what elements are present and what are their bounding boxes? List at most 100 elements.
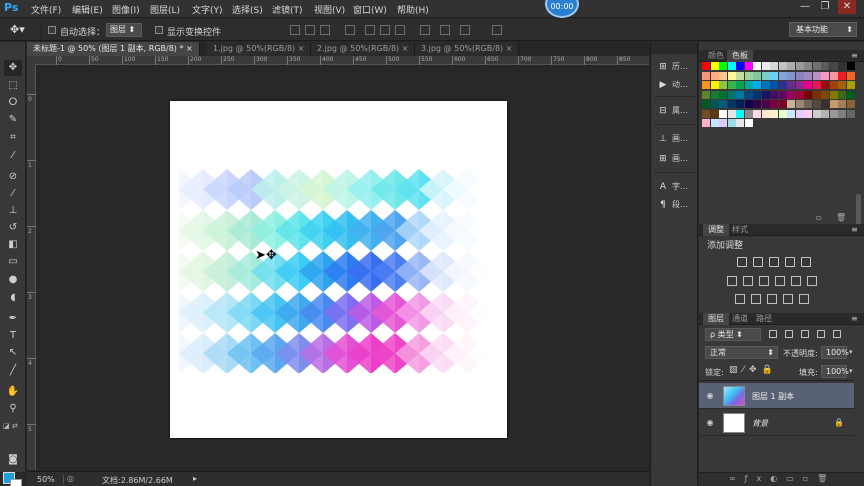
panel-menu-icon[interactable]: ≡ xyxy=(851,51,858,60)
color-swatch[interactable] xyxy=(702,119,710,127)
show-transform-checkbox[interactable] xyxy=(155,26,163,34)
align-icon[interactable] xyxy=(395,25,405,35)
color-swatch[interactable] xyxy=(727,71,736,80)
blend-mode-dropdown[interactable]: 正常 ⬍ xyxy=(705,346,778,359)
fill-arrow-icon[interactable]: ▾ xyxy=(849,367,853,375)
document-tab[interactable]: 未标题-1 @ 50% (图层 1 副本, RGB/8) * × xyxy=(27,42,200,56)
history-brush-icon[interactable]: ↺ xyxy=(4,220,22,236)
opacity-arrow-icon[interactable]: ▾ xyxy=(849,348,853,356)
color-swatch[interactable] xyxy=(761,109,770,118)
info-icon[interactable]: ◎ xyxy=(67,474,74,483)
color-swatch[interactable] xyxy=(770,109,778,118)
adjustment-icon[interactable] xyxy=(737,257,747,267)
color-swatch[interactable] xyxy=(804,109,812,118)
hand-tool-icon[interactable]: ✋ xyxy=(4,384,22,400)
color-swatch[interactable] xyxy=(812,109,821,118)
adjustment-icon[interactable] xyxy=(791,276,801,286)
color-swatch[interactable] xyxy=(821,71,829,80)
color-swatch[interactable] xyxy=(778,71,787,80)
adjustment-icon[interactable] xyxy=(769,257,779,267)
color-swatch[interactable] xyxy=(761,81,770,89)
color-swatch[interactable] xyxy=(829,62,838,70)
adjustment-icon[interactable] xyxy=(735,294,745,304)
color-swatch[interactable] xyxy=(804,81,812,89)
color-swatch[interactable] xyxy=(812,71,821,80)
color-swatch[interactable] xyxy=(770,62,778,70)
visibility-eye-icon[interactable]: ◉ xyxy=(705,418,715,428)
color-swatch[interactable] xyxy=(710,71,719,80)
color-swatch[interactable] xyxy=(710,81,719,89)
align-icon[interactable] xyxy=(305,25,315,35)
color-swatch[interactable] xyxy=(736,109,744,118)
layer-row-background[interactable]: ◉ 背景 🔒 xyxy=(699,410,854,436)
color-swatch[interactable] xyxy=(753,71,761,80)
new-swatch-icon[interactable]: ▫ xyxy=(816,213,821,222)
move-tool-icon[interactable]: ✥▾ xyxy=(10,23,25,36)
color-swatch[interactable] xyxy=(787,90,795,99)
color-swatch[interactable] xyxy=(812,62,821,70)
align-icon[interactable] xyxy=(380,25,390,35)
color-swatch[interactable] xyxy=(787,109,795,118)
tab-close-icon[interactable]: × xyxy=(183,44,193,53)
color-swatch[interactable] xyxy=(821,62,829,70)
collapsed-panel-button[interactable]: ⊟ 属... xyxy=(657,104,697,118)
zoom-tool-icon[interactable]: ⚲ xyxy=(4,401,22,417)
shape-tool-icon[interactable]: ╱ xyxy=(4,363,22,379)
restore-button[interactable]: ❐ xyxy=(816,0,834,14)
color-swatch[interactable] xyxy=(846,81,855,89)
menu-item[interactable]: 文件(F) xyxy=(31,3,61,16)
color-swatch[interactable] xyxy=(719,81,727,89)
adjustment-icon[interactable] xyxy=(767,294,777,304)
color-swatch[interactable] xyxy=(804,100,812,108)
color-swatch[interactable] xyxy=(744,100,753,108)
color-swatch[interactable] xyxy=(838,62,846,70)
color-swatch[interactable] xyxy=(719,109,727,118)
color-swatch[interactable] xyxy=(804,71,812,80)
tab-swatches[interactable]: 色板 xyxy=(727,50,753,62)
color-swatch[interactable] xyxy=(795,100,804,108)
adjustment-icon[interactable] xyxy=(807,276,817,286)
color-swatch[interactable] xyxy=(702,90,710,99)
layer-row-copy[interactable]: ◉ 图层 1 副本 xyxy=(699,383,854,409)
tab-close-icon[interactable]: × xyxy=(399,44,409,53)
minimize-button[interactable]: — xyxy=(796,0,814,14)
color-swatch[interactable] xyxy=(804,90,812,99)
auto-select-checkbox[interactable] xyxy=(48,26,56,34)
align-icon[interactable] xyxy=(420,25,430,35)
collapsed-panel-button[interactable]: ⊥ 画... xyxy=(657,132,697,146)
pen-tool-icon[interactable]: ✒ xyxy=(4,311,22,327)
color-swatch[interactable] xyxy=(778,109,787,118)
tab-layers[interactable]: 图层 xyxy=(703,313,729,325)
menu-item[interactable]: 图层(L) xyxy=(150,3,180,16)
color-swatch[interactable] xyxy=(829,81,838,89)
color-swatch[interactable] xyxy=(727,119,736,127)
color-swatch[interactable] xyxy=(736,71,744,80)
align-icon[interactable] xyxy=(460,25,470,35)
color-swatch[interactable] xyxy=(838,90,846,99)
adjustment-icon[interactable] xyxy=(753,257,763,267)
color-swatch[interactable] xyxy=(846,100,855,108)
color-swatch[interactable] xyxy=(795,109,804,118)
layer-name[interactable]: 背景 xyxy=(752,418,768,429)
color-swatch[interactable] xyxy=(778,62,787,70)
collapsed-panel-button[interactable]: ⊞ 历... xyxy=(657,60,697,74)
auto-select-dropdown[interactable]: 图层 ⬍ xyxy=(106,23,142,37)
color-swatch[interactable] xyxy=(727,109,736,118)
layer-filter-icon[interactable] xyxy=(817,330,825,338)
layer-filter-dropdown[interactable]: ρ 类型 ⬍ xyxy=(705,328,761,341)
lock-icons[interactable]: ▨⁄✥🔒 xyxy=(729,365,778,375)
collapsed-panel-button[interactable]: ▶ 动... xyxy=(657,78,697,92)
color-swatch[interactable] xyxy=(702,81,710,89)
color-swatch[interactable] xyxy=(736,100,744,108)
tab-close-icon[interactable]: × xyxy=(503,44,513,53)
eyedropper-icon[interactable]: ⁄ xyxy=(4,148,22,164)
color-swatch[interactable] xyxy=(846,62,855,70)
align-icon[interactable] xyxy=(492,25,502,35)
document-tab[interactable]: 2.jpg @ 50%(RGB/8) × xyxy=(311,42,416,56)
color-swatch[interactable] xyxy=(710,90,719,99)
menu-item[interactable]: 选择(S) xyxy=(232,3,263,16)
color-swatch[interactable] xyxy=(770,100,778,108)
color-swatch[interactable] xyxy=(829,90,838,99)
color-swatch[interactable] xyxy=(719,90,727,99)
color-swatch[interactable] xyxy=(753,81,761,89)
